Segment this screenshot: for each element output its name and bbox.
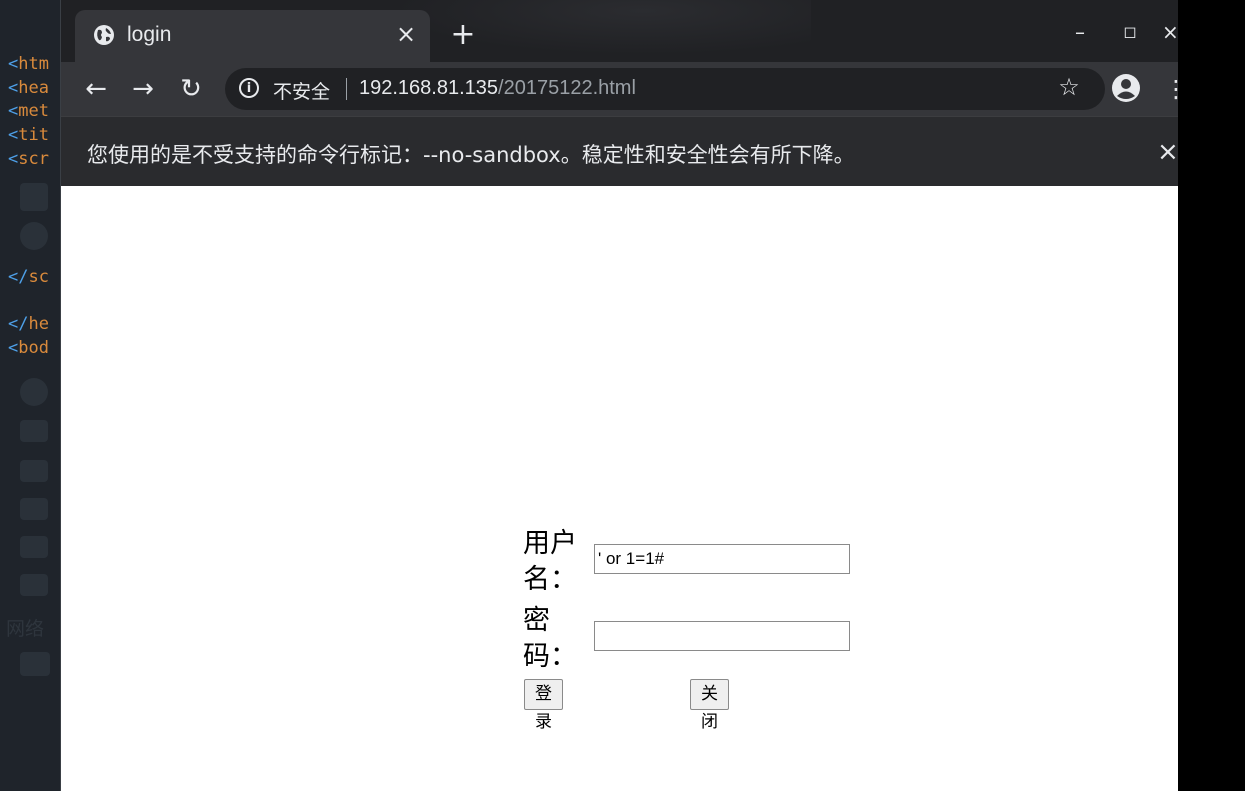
faded-icon xyxy=(20,183,48,211)
password-label: 密 码： xyxy=(523,603,593,675)
security-status[interactable]: 不安全 xyxy=(273,77,330,104)
sandbox-warning-infobar: 您使用的是不受支持的命令行标记：--no-sandbox。稳定性和安全性会有所下… xyxy=(61,116,1181,187)
username-label-line1: 用户 xyxy=(523,528,577,559)
title-bar: login × + – ◻ × xyxy=(61,0,1178,62)
omnibox-divider xyxy=(346,78,347,100)
window-close-button[interactable]: × xyxy=(1162,14,1178,50)
browser-window: login × + – ◻ × ← → ↻ i 不安全 192.168.81.1… xyxy=(60,0,1181,791)
faded-icon xyxy=(20,420,48,442)
faded-icon xyxy=(20,574,48,596)
maximize-button[interactable]: ◻ xyxy=(1112,14,1148,50)
faded-label: 网络 xyxy=(6,618,45,640)
reload-button[interactable]: ↻ xyxy=(172,70,210,108)
info-icon[interactable]: i xyxy=(239,78,259,98)
navigation-toolbar: ← → ↻ i 不安全 192.168.81.135/20175122.html… xyxy=(61,62,1178,116)
faded-icon xyxy=(20,378,48,406)
address-bar[interactable]: i 不安全 192.168.81.135/20175122.html xyxy=(225,68,1105,110)
tab-close-icon[interactable]: × xyxy=(392,20,420,48)
forward-button[interactable]: → xyxy=(124,70,162,108)
faded-icon xyxy=(20,222,48,250)
username-label-line2: 名： xyxy=(523,564,577,595)
code-editor-strip: <htm <hea <met <tit <scr </sc </he <bod … xyxy=(0,0,60,791)
password-input[interactable] xyxy=(594,621,850,651)
faded-icon xyxy=(20,498,48,520)
close-button[interactable]: 关闭 xyxy=(690,679,729,732)
star-icon[interactable]: ☆ xyxy=(1054,72,1084,102)
infobar-close-icon[interactable]: × xyxy=(1157,137,1181,167)
password-label-line1: 密 xyxy=(523,605,550,636)
username-label: 用户 名： xyxy=(523,526,593,598)
login-button[interactable]: 登录 xyxy=(524,679,563,732)
code-line: <met xyxy=(8,101,49,121)
faded-monitor-icon xyxy=(20,652,50,676)
code-line: <tit xyxy=(8,125,49,145)
url-host: 192.168.81.135 xyxy=(359,77,499,99)
url-path: /20175122.html xyxy=(498,77,636,99)
infobar-message: 您使用的是不受支持的命令行标记：--no-sandbox。稳定性和安全性会有所下… xyxy=(87,143,855,167)
faded-icon xyxy=(20,460,48,482)
new-tab-button[interactable]: + xyxy=(446,18,480,52)
back-button[interactable]: ← xyxy=(77,70,115,108)
tab-login[interactable]: login × xyxy=(75,10,430,62)
code-line: </sc xyxy=(8,267,49,287)
url-text[interactable]: 192.168.81.135/20175122.html xyxy=(359,77,636,100)
globe-icon xyxy=(94,25,114,45)
password-label-line2: 码： xyxy=(523,641,577,672)
code-line: <hea xyxy=(8,78,49,98)
page-content: 用户 名： 密 码： 登录 关闭 xyxy=(61,186,1178,791)
code-line: </he xyxy=(8,314,49,334)
code-line: <scr xyxy=(8,149,49,169)
code-line: <bod xyxy=(8,338,49,358)
code-line: <htm xyxy=(8,54,49,74)
minimize-button[interactable]: – xyxy=(1062,14,1098,50)
profile-icon[interactable] xyxy=(1111,73,1141,103)
kebab-menu-icon[interactable]: ⋮ xyxy=(1164,72,1178,106)
tab-title: login xyxy=(127,23,172,46)
faded-icon xyxy=(20,536,48,558)
username-input[interactable] xyxy=(594,544,850,574)
